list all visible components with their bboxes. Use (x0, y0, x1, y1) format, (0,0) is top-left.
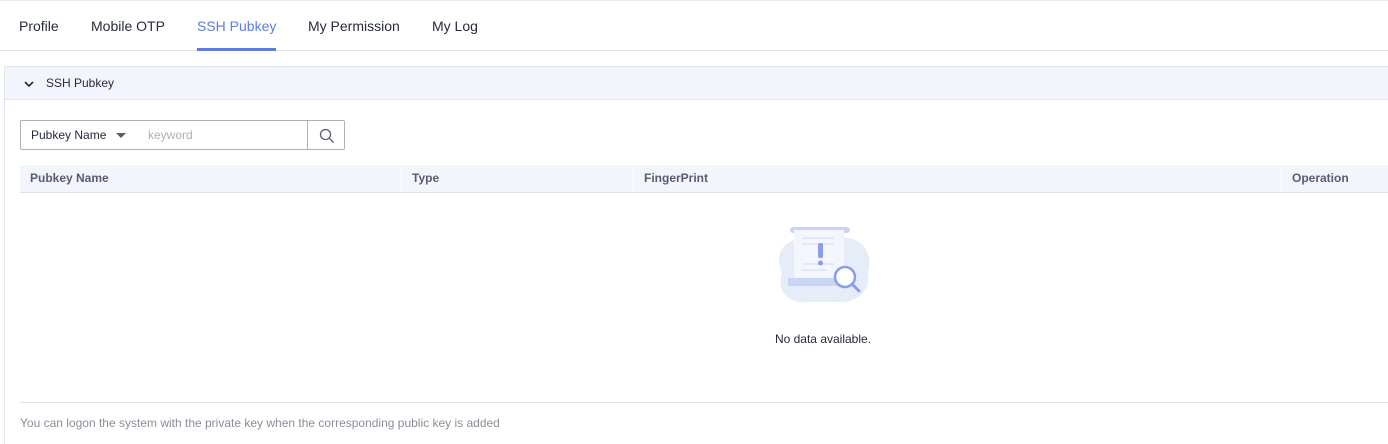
column-header-operation: Operation (1281, 165, 1388, 192)
tab-bar: Profile Mobile OTP SSH Pubkey My Permiss… (0, 0, 1388, 51)
panel-header-toggle[interactable]: SSH Pubkey (5, 66, 1388, 100)
tab-my-permission[interactable]: My Permission (308, 1, 400, 51)
chevron-down-icon (24, 81, 34, 88)
tab-ssh-pubkey[interactable]: SSH Pubkey (197, 1, 277, 51)
empty-document-search-icon (778, 227, 870, 303)
caret-down-icon (116, 133, 126, 138)
tab-my-log[interactable]: My Log (432, 1, 478, 51)
footer-note: You can logon the system with the privat… (20, 416, 500, 430)
empty-state-text: No data available. (774, 332, 872, 346)
column-header-type[interactable]: Type (401, 165, 633, 192)
tab-mobile-otp[interactable]: Mobile OTP (91, 1, 165, 51)
search-button[interactable] (307, 120, 345, 150)
divider (20, 402, 1388, 403)
column-header-fingerprint[interactable]: FingerPrint (633, 165, 1281, 192)
panel-title: SSH Pubkey (46, 76, 115, 90)
search-input[interactable] (136, 120, 308, 150)
column-header-pubkey-name[interactable]: Pubkey Name (20, 165, 401, 192)
table-header: Pubkey Name Type FingerPrint Operation (20, 165, 1388, 193)
search-field-select[interactable]: Pubkey Name (20, 120, 137, 150)
search-field-label: Pubkey Name (31, 128, 107, 142)
search-icon (319, 128, 334, 143)
tab-profile[interactable]: Profile (19, 1, 59, 51)
